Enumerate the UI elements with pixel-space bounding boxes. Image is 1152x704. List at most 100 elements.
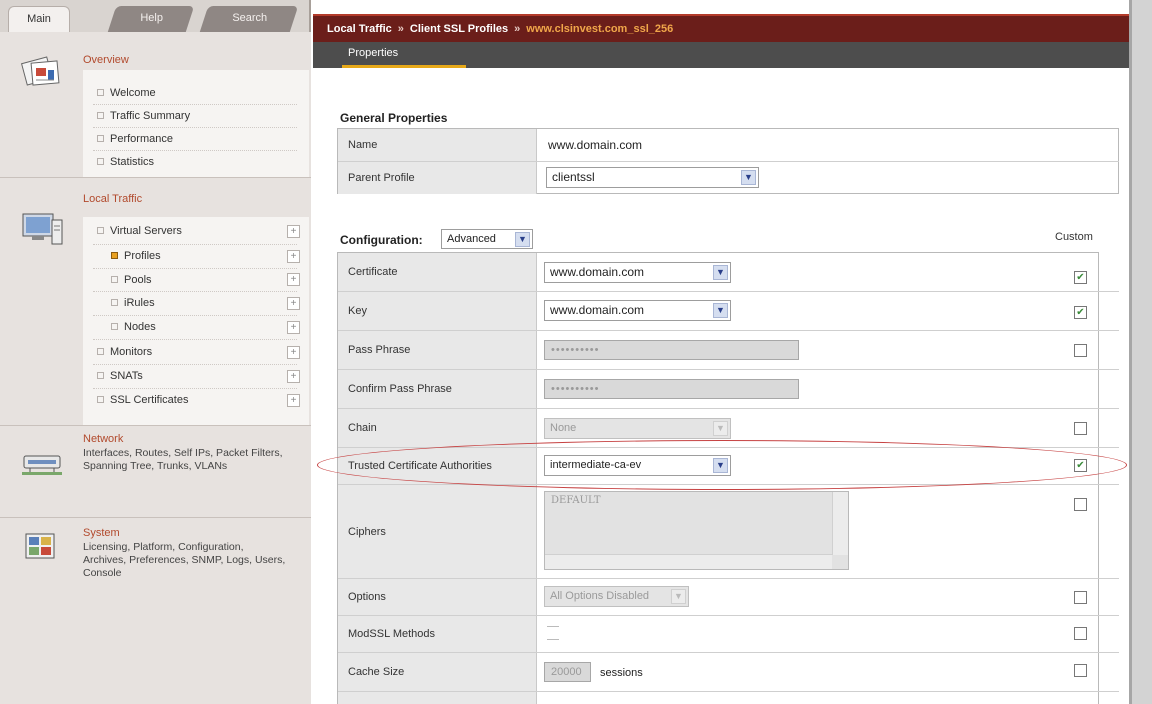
nav-item-performance[interactable]: Performance xyxy=(97,128,173,150)
ciphers-custom-checkbox[interactable] xyxy=(1074,498,1087,511)
ciphers-label: Ciphers xyxy=(338,485,537,578)
bullet-icon xyxy=(97,135,104,142)
chain-label: Chain xyxy=(338,409,537,447)
confirm-pass-phrase-row: Confirm Pass Phrase •••••••••• xyxy=(338,370,1119,408)
nav-item-ssl-certificates[interactable]: SSL Certificates xyxy=(97,389,188,411)
bullet-icon xyxy=(111,299,118,306)
confirm-pass-phrase-input[interactable]: •••••••••• xyxy=(544,379,799,399)
add-irule-icon[interactable]: + xyxy=(287,297,300,310)
system-description[interactable]: Licensing, Platform, Configuration, Arch… xyxy=(83,541,288,580)
certificate-select[interactable]: www.domain.com ▼ xyxy=(544,262,731,283)
parent-profile-select[interactable]: clientssl ▼ xyxy=(546,167,759,188)
system-title[interactable]: System xyxy=(83,527,120,539)
system-icon xyxy=(20,528,66,570)
options-select[interactable]: All Options Disabled ▼ xyxy=(544,586,689,607)
pass-phrase-input[interactable]: •••••••••• xyxy=(544,340,799,360)
parent-profile-row: Parent Profile clientssl ▼ xyxy=(338,162,1119,194)
general-properties-heading: General Properties xyxy=(340,111,448,125)
add-virtual-server-icon[interactable]: + xyxy=(287,225,300,238)
modssl-methods-row: ModSSL Methods xyxy=(338,616,1119,652)
tab-search[interactable]: Search xyxy=(199,6,299,32)
nav-item-label: SNATs xyxy=(110,370,143,382)
chevron-down-icon: ▼ xyxy=(713,303,728,318)
nav-item-virtual-servers[interactable]: Virtual Servers xyxy=(97,220,182,242)
bullet-icon xyxy=(111,323,118,330)
bullet-icon xyxy=(97,396,104,403)
add-node-icon[interactable]: + xyxy=(287,321,300,334)
nav-item-traffic-summary[interactable]: Traffic Summary xyxy=(97,105,190,127)
local-traffic-icon xyxy=(20,208,66,250)
navigation-panel: Main Help Search Overview Welcome Traffi… xyxy=(0,0,311,704)
cache-size-custom-checkbox[interactable] xyxy=(1074,664,1087,677)
parent-profile-value: clientssl xyxy=(552,170,595,184)
ciphers-textarea[interactable]: DEFAULT xyxy=(544,491,849,570)
chain-custom-checkbox[interactable] xyxy=(1074,422,1087,435)
tab-help[interactable]: Help xyxy=(107,6,195,32)
network-icon xyxy=(20,442,66,484)
parent-profile-label: Parent Profile xyxy=(338,162,537,194)
nav-item-pools[interactable]: Pools xyxy=(111,269,152,291)
nav-item-statistics[interactable]: Statistics xyxy=(97,151,154,173)
local-traffic-title[interactable]: Local Traffic xyxy=(83,193,142,205)
configuration-mode-select[interactable]: Advanced ▼ xyxy=(441,229,533,249)
network-description[interactable]: Interfaces, Routes, Self IPs, Packet Fil… xyxy=(83,447,288,473)
key-custom-checkbox[interactable]: ✔ xyxy=(1074,306,1087,319)
bullet-icon xyxy=(97,158,104,165)
cache-size-unit: sessions xyxy=(600,667,643,679)
certificate-label: Certificate xyxy=(338,253,537,291)
certificate-row: Certificate www.domain.com ▼ xyxy=(338,253,1119,291)
tab-main[interactable]: Main xyxy=(8,6,70,32)
modssl-methods-checkbox[interactable] xyxy=(547,626,559,640)
nav-item-profiles[interactable]: Profiles xyxy=(111,245,161,267)
chevron-down-icon: ▼ xyxy=(515,232,530,247)
trusted-ca-custom-checkbox[interactable]: ✔ xyxy=(1074,459,1087,472)
breadcrumb-client-ssl-profiles[interactable]: Client SSL Profiles xyxy=(410,23,508,35)
tab-search-label: Search xyxy=(231,12,267,24)
pass-phrase-custom-checkbox[interactable] xyxy=(1074,344,1087,357)
chain-select[interactable]: None ▼ xyxy=(544,418,731,439)
key-value: www.domain.com xyxy=(550,303,645,317)
cache-size-row: Cache Size 20000 sessions xyxy=(338,653,1119,691)
overview-icon xyxy=(20,52,66,94)
nav-item-label: Performance xyxy=(110,133,173,145)
nav-item-snats[interactable]: SNATs xyxy=(97,365,143,387)
configuration-table: Certificate www.domain.com ▼ Key www.doma… xyxy=(337,252,1119,704)
breadcrumb-separator: » xyxy=(397,23,404,35)
ciphers-horizontal-scrollbar[interactable] xyxy=(545,554,832,569)
add-profile-icon[interactable]: + xyxy=(287,250,300,263)
next-row-partial xyxy=(338,692,1119,704)
modssl-custom-checkbox[interactable] xyxy=(1074,627,1087,640)
cache-size-input[interactable]: 20000 xyxy=(544,662,591,682)
breadcrumb-local-traffic[interactable]: Local Traffic xyxy=(327,23,392,35)
nav-item-label: SSL Certificates xyxy=(110,394,189,406)
certificate-value: www.domain.com xyxy=(550,265,645,279)
ciphers-row: Ciphers DEFAULT xyxy=(338,485,1119,578)
overview-section: Overview Welcome Traffic Summary Perform… xyxy=(0,32,311,177)
options-custom-checkbox[interactable] xyxy=(1074,591,1087,604)
bullet-icon xyxy=(97,112,104,119)
key-row: Key www.domain.com ▼ xyxy=(338,292,1119,330)
nav-item-nodes[interactable]: Nodes xyxy=(111,316,156,338)
tab-properties[interactable]: Properties xyxy=(342,42,466,68)
chevron-down-icon: ▼ xyxy=(713,265,728,280)
add-snat-icon[interactable]: + xyxy=(287,370,300,383)
overview-title[interactable]: Overview xyxy=(83,54,129,66)
nav-item-monitors[interactable]: Monitors xyxy=(97,341,152,363)
nav-item-irules[interactable]: iRules xyxy=(111,292,155,314)
trusted-ca-select[interactable]: intermediate-ca-ev ▼ xyxy=(544,455,731,476)
pass-phrase-row: Pass Phrase •••••••••• xyxy=(338,331,1119,369)
pass-phrase-label: Pass Phrase xyxy=(338,331,537,369)
certificate-custom-checkbox[interactable]: ✔ xyxy=(1074,271,1087,284)
add-pool-icon[interactable]: + xyxy=(287,273,300,286)
nav-item-welcome[interactable]: Welcome xyxy=(97,82,156,104)
key-label: Key xyxy=(338,292,537,330)
tab-main-label: Main xyxy=(27,13,51,25)
ciphers-vertical-scrollbar[interactable] xyxy=(832,492,848,555)
key-select[interactable]: www.domain.com ▼ xyxy=(544,300,731,321)
add-monitor-icon[interactable]: + xyxy=(287,346,300,359)
checkmark-icon: ✔ xyxy=(1076,272,1085,283)
add-ssl-certificate-icon[interactable]: + xyxy=(287,394,300,407)
divider xyxy=(93,339,297,340)
network-title[interactable]: Network xyxy=(83,433,123,445)
options-label: Options xyxy=(338,579,537,615)
